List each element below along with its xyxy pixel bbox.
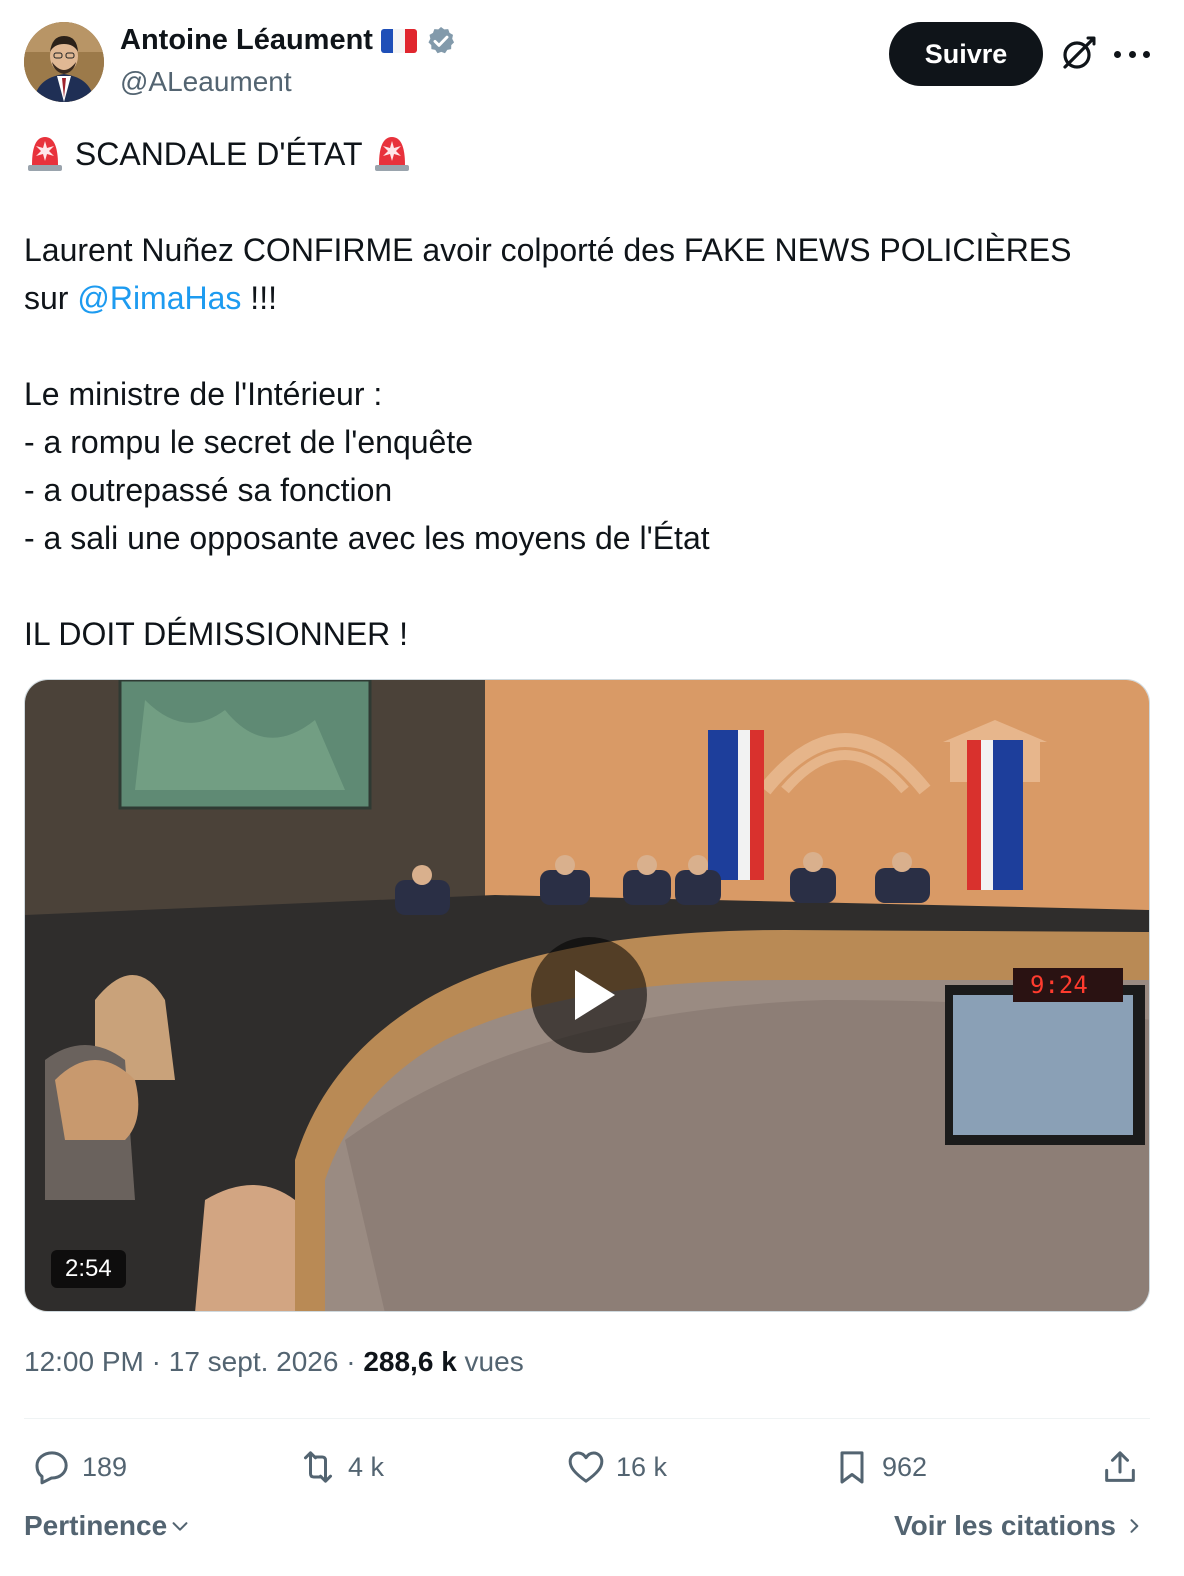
siren-icon [28, 137, 62, 171]
view-quotes-label: Voir les citations [894, 1510, 1116, 1541]
tweet-meta: 12:00 PM · 17 sept. 2026 · 288,6 k vues [24, 1346, 524, 1378]
siren-icon [374, 137, 409, 171]
author-name-text: Antoine Léaument [120, 24, 373, 56]
author-name[interactable]: Antoine Léaument [120, 24, 457, 57]
tweet-line-2-suffix: !!! [241, 280, 277, 316]
repost-button[interactable]: 4 k [298, 1444, 384, 1490]
tweet-text: SCANDALE D'ÉTAT Laurent Nuñez CONFIRME a… [24, 130, 1154, 658]
tweet-line-2-prefix: sur [24, 280, 78, 316]
play-button[interactable] [531, 937, 647, 1053]
tweet-line-2: sur @RimaHas !!! [24, 274, 1154, 322]
clock-display: 9:24 [1030, 971, 1088, 999]
bookmark-count: 962 [882, 1451, 928, 1482]
bookmark-button[interactable]: 962 [832, 1444, 927, 1490]
tweet-line-6: - a sali une opposante avec les moyens d… [24, 520, 710, 556]
tweet-headline: SCANDALE D'ÉTAT [74, 136, 362, 172]
tweet-line-7: IL DOIT DÉMISSIONNER ! [24, 616, 409, 652]
tweet-line-5: - a outrepassé sa fonction [24, 472, 393, 508]
heart-icon [568, 1451, 604, 1483]
more-dot [1143, 50, 1150, 58]
author-avatar[interactable] [24, 22, 104, 102]
repost-count: 4 k [348, 1451, 385, 1482]
reply-button[interactable]: 189 [32, 1444, 127, 1490]
france-flag-icon [380, 28, 417, 53]
verified-badge-icon[interactable] [425, 25, 457, 57]
video-player[interactable]: 9:24 2:54 [24, 679, 1150, 1312]
bookmark-icon [840, 1451, 864, 1484]
reply-count: 189 [82, 1451, 128, 1482]
tweet-date[interactable]: 17 sept. 2026 [169, 1346, 339, 1377]
chevron-right-icon [1130, 1519, 1139, 1533]
views-label: vues [464, 1346, 524, 1377]
share-icon [1105, 1451, 1135, 1482]
sort-label: Pertinence [24, 1510, 168, 1541]
tweet-line-3: Le ministre de l'Intérieur : [24, 376, 383, 412]
tweet-time[interactable]: 12:00 PM [24, 1346, 144, 1377]
follow-button[interactable]: Suivre [889, 22, 1043, 86]
more-options-icon[interactable] [1114, 40, 1150, 68]
author-handle[interactable]: @ALeaument [120, 66, 292, 98]
meta-separator: · [346, 1346, 364, 1377]
repost-icon [304, 1451, 332, 1483]
video-duration: 2:54 [51, 1250, 126, 1288]
reply-icon [35, 1451, 68, 1485]
like-button[interactable]: 16 k [566, 1444, 667, 1490]
chevron-down-icon [172, 1522, 188, 1531]
mention-link[interactable]: @RimaHas [77, 280, 241, 316]
meta-separator: · [151, 1346, 169, 1377]
more-dot [1128, 50, 1136, 58]
like-count: 16 k [616, 1451, 668, 1482]
divider [24, 1418, 1150, 1419]
grok-icon[interactable] [1058, 34, 1098, 74]
views-count: 288,6 k [363, 1346, 457, 1377]
tweet-line-4: - a rompu le secret de l'enquête [24, 424, 474, 460]
avatar-image [24, 22, 104, 102]
sort-dropdown[interactable]: Pertinence [24, 1510, 191, 1542]
share-button[interactable] [1100, 1444, 1140, 1490]
tweet-headline-line: SCANDALE D'ÉTAT [24, 130, 1154, 178]
view-quotes-link[interactable]: Voir les citations [894, 1510, 1144, 1542]
more-dot [1114, 50, 1121, 58]
tweet-line-1: Laurent Nuñez CONFIRME avoir colporté de… [24, 232, 1072, 268]
